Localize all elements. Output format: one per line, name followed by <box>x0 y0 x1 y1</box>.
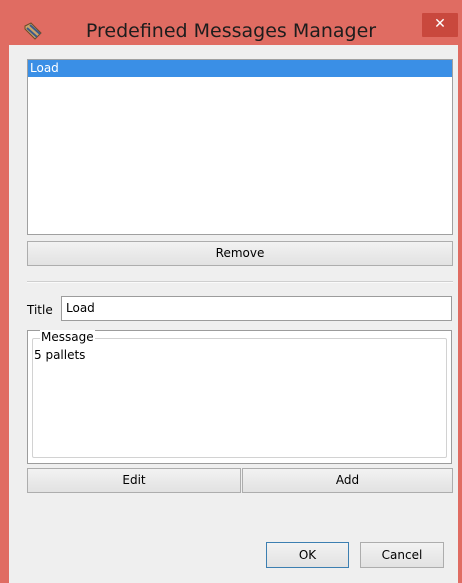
window-frame-left <box>0 45 9 583</box>
title-label: Title <box>27 303 53 317</box>
window-frame-right <box>458 45 462 583</box>
add-button[interactable]: Add <box>242 468 453 493</box>
dialog-content: Load Remove Title Load Message 5 pallets… <box>9 45 458 583</box>
message-textarea[interactable]: Message 5 pallets <box>27 330 452 464</box>
message-group: Message 5 pallets <box>32 330 447 458</box>
ok-button[interactable]: OK <box>266 542 349 568</box>
messages-list[interactable]: Load <box>27 59 453 235</box>
remove-button[interactable]: Remove <box>27 241 453 266</box>
close-button[interactable]: ✕ <box>422 13 458 37</box>
edit-button[interactable]: Edit <box>27 468 241 493</box>
message-legend: Message <box>40 330 95 344</box>
title-bar[interactable]: Predefined Messages Manager ✕ <box>0 0 462 45</box>
title-input[interactable]: Load <box>61 296 452 321</box>
window-title: Predefined Messages Manager <box>85 20 377 42</box>
cancel-button[interactable]: Cancel <box>360 542 444 568</box>
separator <box>27 281 453 283</box>
list-item[interactable]: Load <box>28 60 452 77</box>
message-text[interactable]: 5 pallets <box>34 348 85 362</box>
